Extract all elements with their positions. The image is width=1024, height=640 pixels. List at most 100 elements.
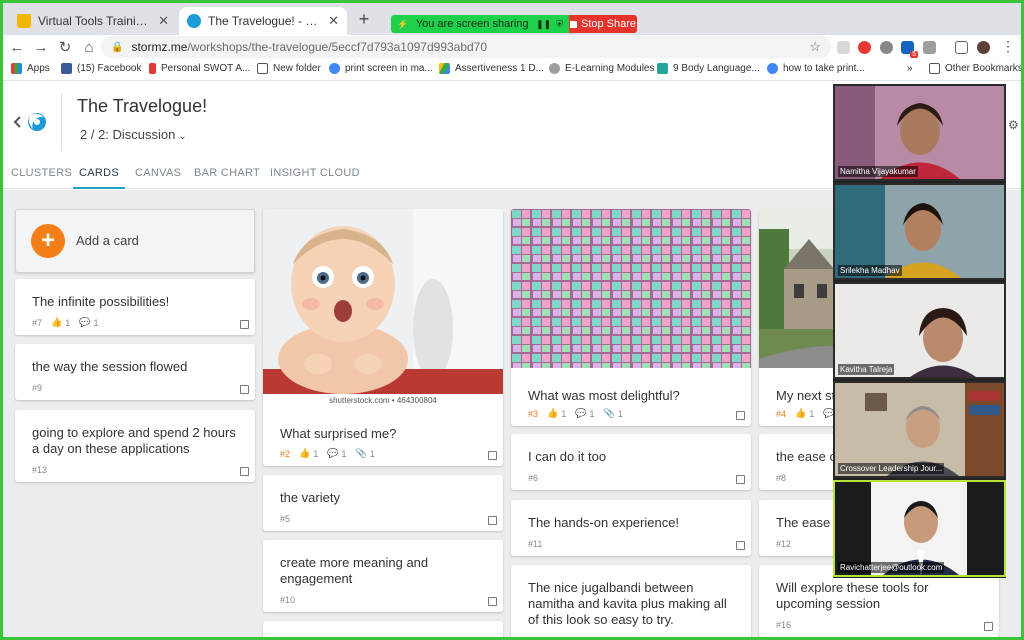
paperclip-icon[interactable]: 📎 bbox=[355, 448, 366, 459]
card[interactable]: create more meaning and engagement #10 bbox=[263, 540, 503, 612]
tab-cards[interactable]: CARDS bbox=[73, 167, 125, 189]
close-tab-icon[interactable]: ✕ bbox=[328, 13, 339, 29]
apps-grid-icon bbox=[11, 63, 22, 74]
circle-extension-icon[interactable] bbox=[880, 41, 893, 54]
close-tab-icon[interactable]: ✕ bbox=[158, 13, 169, 29]
chevron-down-icon: ⌄ bbox=[178, 131, 187, 142]
card[interactable]: going to explore and spend 2 hours a day… bbox=[15, 410, 255, 482]
bookmark-label: 9 Body Language... bbox=[673, 63, 760, 74]
opera-extension-icon[interactable] bbox=[858, 41, 871, 54]
card-with-image[interactable]: shutterstock.com • 464300804 What surpri… bbox=[263, 209, 503, 466]
card-meta: #12 bbox=[776, 539, 791, 549]
video-tile-active-speaker[interactable]: Ravichatterjee@outlook.com bbox=[833, 480, 1006, 577]
thumbs-up-icon[interactable]: 👍 bbox=[547, 408, 558, 419]
card-checkbox[interactable] bbox=[240, 467, 249, 476]
participant-name: Namitha Vijayakumar bbox=[838, 166, 918, 177]
stormz-favicon-icon bbox=[187, 14, 201, 28]
card-checkbox[interactable] bbox=[736, 475, 745, 484]
bookmarks-bar: Apps (15) Facebook Personal SWOT A... Ne… bbox=[3, 59, 1021, 81]
profile-avatar[interactable] bbox=[977, 41, 990, 54]
cast-icon[interactable] bbox=[955, 41, 968, 54]
bookmark-print-screen[interactable]: print screen in ma... bbox=[329, 63, 433, 74]
card-checkbox[interactable] bbox=[240, 320, 249, 329]
address-bar[interactable]: 🔒 stormz.me/workshops/the-travelogue/5ec… bbox=[101, 36, 831, 58]
card-number: #8 bbox=[776, 473, 787, 483]
pause-icon[interactable]: ❚❚ bbox=[536, 19, 551, 30]
thumbs-up-icon[interactable]: 👍 bbox=[51, 317, 62, 328]
back-arrow-icon[interactable]: ← bbox=[5, 39, 29, 56]
home-icon[interactable]: ⌂ bbox=[77, 39, 101, 56]
thumbs-up-icon[interactable]: 👍 bbox=[795, 408, 806, 419]
paperclip-icon[interactable]: 📎 bbox=[603, 408, 614, 419]
card-number: #12 bbox=[776, 539, 792, 549]
video-tile[interactable]: Kavitha Talreja bbox=[833, 282, 1006, 379]
screen-share-label: You are screen sharing bbox=[415, 18, 529, 30]
comment-icon[interactable]: 💬 bbox=[575, 408, 586, 419]
bookmark-facebook[interactable]: (15) Facebook bbox=[61, 63, 141, 74]
card-meta: #10 bbox=[280, 595, 295, 605]
card[interactable]: The hands-on experience! #11 bbox=[511, 500, 751, 556]
more-bookmarks-label: » bbox=[907, 63, 913, 74]
settings-gear-icon[interactable]: ⚙ bbox=[1008, 118, 1019, 132]
bookmark-apps[interactable]: Apps bbox=[11, 63, 50, 74]
colorful-candy-image bbox=[511, 209, 751, 368]
forward-arrow-icon[interactable]: → bbox=[29, 39, 53, 56]
video-tile[interactable]: Namitha Vijayakumar bbox=[833, 84, 1006, 181]
tab-bar-chart[interactable]: BAR CHART bbox=[194, 167, 260, 189]
bookmark-new-folder[interactable]: New folder bbox=[257, 63, 321, 74]
add-card-button[interactable]: + Add a card bbox=[15, 209, 255, 273]
browser-window: Virtual Tools Training_Co, Onli ✕ The Tr… bbox=[3, 3, 1021, 637]
card-checkbox[interactable] bbox=[488, 597, 497, 606]
bookmark-assertiveness[interactable]: Assertiveness 1 D... bbox=[439, 63, 544, 74]
bookmark-how-to-print[interactable]: how to take print... bbox=[767, 63, 865, 74]
card[interactable]: the variety #5 bbox=[263, 475, 503, 531]
bookmark-swot[interactable]: Personal SWOT A... bbox=[149, 63, 250, 74]
card-checkbox[interactable] bbox=[736, 541, 745, 550]
card-with-image[interactable]: What was most delightful? #3 👍 1 💬 1 📎 1 bbox=[511, 209, 751, 426]
new-tab-button[interactable]: + bbox=[353, 9, 375, 30]
reload-icon[interactable]: ↻ bbox=[53, 38, 77, 56]
card-checkbox[interactable] bbox=[984, 622, 993, 631]
browser-menu-icon[interactable]: ⋮ bbox=[1001, 38, 1015, 55]
bookmark-star-icon[interactable]: ☆ bbox=[809, 39, 821, 55]
card-checkbox[interactable] bbox=[736, 411, 745, 420]
video-tile[interactable]: Crossover Leadership Jour... bbox=[833, 381, 1006, 478]
plus-icon: + bbox=[31, 224, 65, 258]
bookmark-elearning[interactable]: E-Learning Modules bbox=[549, 63, 655, 74]
card-text: The hands-on experience! bbox=[528, 515, 680, 530]
drag-handle-icon[interactable]: ⚡ bbox=[397, 19, 408, 30]
card-number: #5 bbox=[280, 514, 291, 524]
linkedin-extension-icon[interactable]: 5 bbox=[901, 41, 918, 58]
card[interactable] bbox=[263, 621, 503, 637]
facebook-icon bbox=[61, 63, 72, 74]
tab-insight-cloud[interactable]: INSIGHT CLOUD bbox=[270, 167, 360, 189]
step-selector[interactable]: 2 / 2: Discussion ⌄ bbox=[80, 127, 187, 142]
comment-count: 1 bbox=[93, 317, 99, 328]
grid-extension-icon[interactable] bbox=[923, 41, 936, 54]
extension-icon[interactable] bbox=[837, 41, 850, 54]
card[interactable]: The nice jugalbandi between namitha and … bbox=[511, 565, 751, 637]
card-meta: #3 👍 1 💬 1 📎 1 bbox=[528, 408, 623, 419]
bookmark-body-language[interactable]: 9 Body Language... bbox=[657, 63, 760, 74]
card[interactable]: The infinite possibilities! #7 👍 1 💬 1 bbox=[15, 279, 255, 335]
comment-icon[interactable]: 💬 bbox=[79, 317, 90, 328]
card-checkbox[interactable] bbox=[488, 516, 497, 525]
card-checkbox[interactable] bbox=[240, 385, 249, 394]
comment-icon[interactable]: 💬 bbox=[327, 448, 338, 459]
like-count: 1 bbox=[561, 408, 567, 419]
browser-tab-travelogue[interactable]: The Travelogue! - Stormz ✕ bbox=[179, 7, 347, 35]
card-checkbox[interactable] bbox=[488, 451, 497, 460]
back-stormz-logo-icon[interactable] bbox=[13, 107, 49, 137]
card[interactable]: I can do it too #6 bbox=[511, 434, 751, 490]
bookmark-other[interactable]: Other Bookmarks bbox=[929, 63, 1021, 74]
google-icon bbox=[767, 63, 778, 74]
tab-canvas[interactable]: CANVAS bbox=[135, 167, 181, 189]
video-tile[interactable]: Srilekha Madhav bbox=[833, 183, 1006, 280]
tab-clusters[interactable]: CLUSTERS bbox=[11, 167, 72, 189]
candy-photo bbox=[511, 209, 751, 368]
browser-tab-virtual-tools[interactable]: Virtual Tools Training_Co, Onli ✕ bbox=[9, 7, 177, 35]
thumbs-up-icon[interactable]: 👍 bbox=[299, 448, 310, 459]
card[interactable]: the way the session flowed #9 bbox=[15, 344, 255, 400]
more-bookmarks-button[interactable]: » bbox=[907, 63, 913, 74]
stop-share-button[interactable]: Stop Share bbox=[569, 15, 637, 33]
